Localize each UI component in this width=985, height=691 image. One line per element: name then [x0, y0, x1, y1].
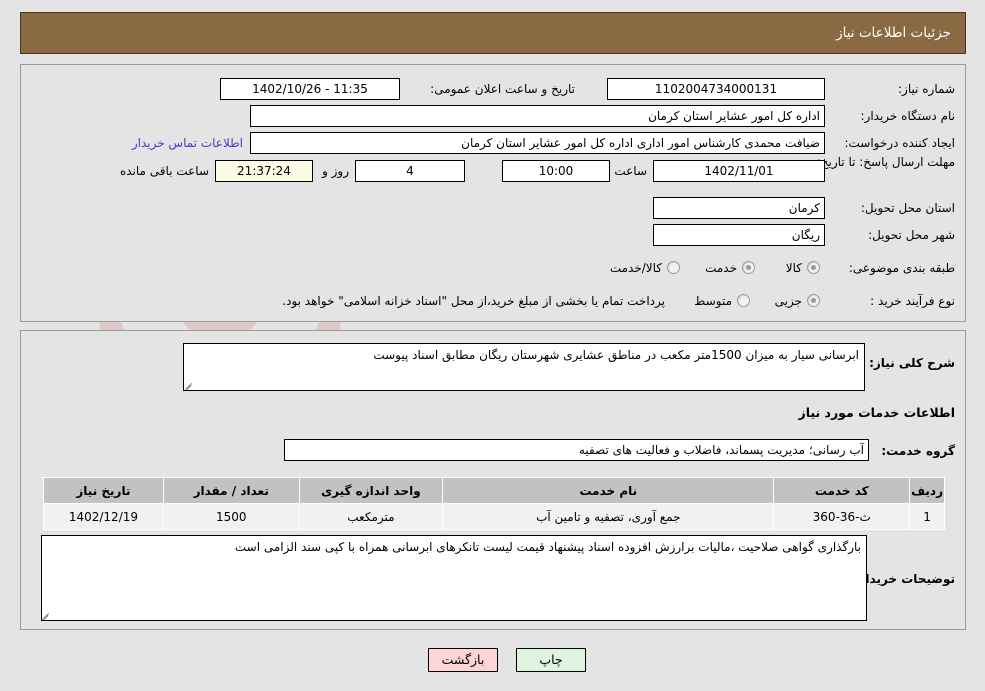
cell-quantity: 1500 [162, 503, 300, 530]
delivery-province-label: استان محل تحویل: [860, 201, 955, 215]
delivery-city-label: شهر محل تحویل: [868, 228, 955, 242]
th-quantity: تعداد / مقدار [162, 477, 300, 504]
cell-service-name: جمع آوری، تصفیه و تامین آب [442, 503, 775, 530]
table-row: 1 ث-36-360 جمع آوری، تصفیه و تامین آب مت… [43, 503, 945, 530]
radio-category-kala-label: کالا [785, 261, 802, 275]
page-header-bar: جزئیات اطلاعات نیاز [20, 12, 966, 54]
request-creator-label: ایجاد کننده درخواست: [844, 136, 955, 150]
services-section-title: اطلاعات خدمات مورد نیاز [798, 405, 956, 420]
service-group-label: گروه خدمت: [881, 444, 955, 458]
buyer-contact-link[interactable]: اطلاعات تماس خریدار [132, 132, 243, 154]
buyer-notes-label: توضیحات خریدار: [853, 572, 955, 586]
remaining-days-label: روز و [322, 164, 349, 178]
deadline-hour-value: 10:00 [502, 160, 610, 182]
remaining-hours-label: ساعت باقی مانده [119, 164, 209, 178]
delivery-city-value: ریگان [653, 224, 825, 246]
need-summary-value[interactable]: ابرسانی سیار به میزان 1500متر مکعب در من… [183, 343, 865, 391]
deadline-label: مهلت ارسال پاسخ: تا تاریخ: [816, 155, 955, 169]
radio-process-motavaset-label: متوسط [694, 294, 732, 308]
buyer-notes-value[interactable]: بارگذاری گواهی صلاحیت ،مالیات برارزش افز… [41, 535, 867, 621]
radio-category-kala-khedmat-label: کالا/خدمت [609, 261, 662, 275]
subject-category-label: طبقه بندی موضوعی: [848, 261, 955, 275]
page-title: جزئیات اطلاعات نیاز [836, 25, 951, 41]
need-number-label: شماره نیاز: [898, 82, 955, 96]
need-summary-label: شرح کلی نیاز: [869, 356, 955, 370]
services-table: ردیف کد خدمت نام خدمت واحد اندازه گیری ت… [43, 477, 945, 530]
deadline-date-value: 1402/11/01 [653, 160, 825, 182]
th-radif: ردیف [909, 477, 945, 504]
radio-category-khedmat[interactable] [742, 261, 755, 274]
purchase-process-label: نوع فرآیند خرید : [870, 294, 955, 308]
announce-datetime-label: تاریخ و ساعت اعلان عمومی: [430, 82, 575, 96]
th-need-date: تاریخ نیاز [43, 477, 164, 504]
th-service-code: کد خدمت [773, 477, 911, 504]
need-info-panel: شماره نیاز: 1102004734000131 تاریخ و ساع… [20, 64, 966, 322]
radio-category-kala-khedmat[interactable] [667, 261, 680, 274]
th-unit: واحد اندازه گیری [298, 477, 444, 504]
cell-service-code: ث-36-360 [773, 503, 911, 530]
cell-unit: مترمکعب [298, 503, 444, 530]
need-number-value: 1102004734000131 [607, 78, 825, 100]
page-root: AriaTender.net جزئیات اطلاعات نیاز شماره… [0, 0, 985, 691]
delivery-province-value: کرمان [653, 197, 825, 219]
cell-radif: 1 [909, 503, 945, 530]
radio-process-jozi[interactable] [807, 294, 820, 307]
radio-process-jozi-label: جزیی [774, 294, 802, 308]
back-button[interactable]: بازگشت [428, 648, 498, 672]
radio-category-kala[interactable] [807, 261, 820, 274]
print-button[interactable]: چاپ [516, 648, 586, 672]
purchase-process-note: پرداخت تمام یا بخشی از مبلغ خرید،از محل … [282, 294, 665, 308]
th-service-name: نام خدمت [442, 477, 775, 504]
deadline-hour-label: ساعت [614, 164, 647, 178]
cell-need-date: 1402/12/19 [43, 503, 164, 530]
buyer-org-label: نام دستگاه خریدار: [860, 109, 956, 123]
radio-category-khedmat-label: خدمت [705, 261, 737, 275]
service-details-panel: شرح کلی نیاز: ابرسانی سیار به میزان 1500… [20, 330, 966, 630]
countdown-timer-value: 21:37:24 [215, 160, 313, 182]
request-creator-value: ضیافت محمدی کارشناس امور اداری اداره کل … [250, 132, 825, 154]
announce-datetime-value: 11:35 - 1402/10/26 [220, 78, 400, 100]
buyer-org-value: اداره کل امور عشایر استان کرمان [250, 105, 825, 127]
service-group-value: آب رسانی؛ مدیریت پسماند، فاضلاب و فعالیت… [284, 439, 869, 461]
table-header-row: ردیف کد خدمت نام خدمت واحد اندازه گیری ت… [43, 477, 945, 504]
radio-process-motavaset[interactable] [737, 294, 750, 307]
remaining-days-value: 4 [355, 160, 465, 182]
